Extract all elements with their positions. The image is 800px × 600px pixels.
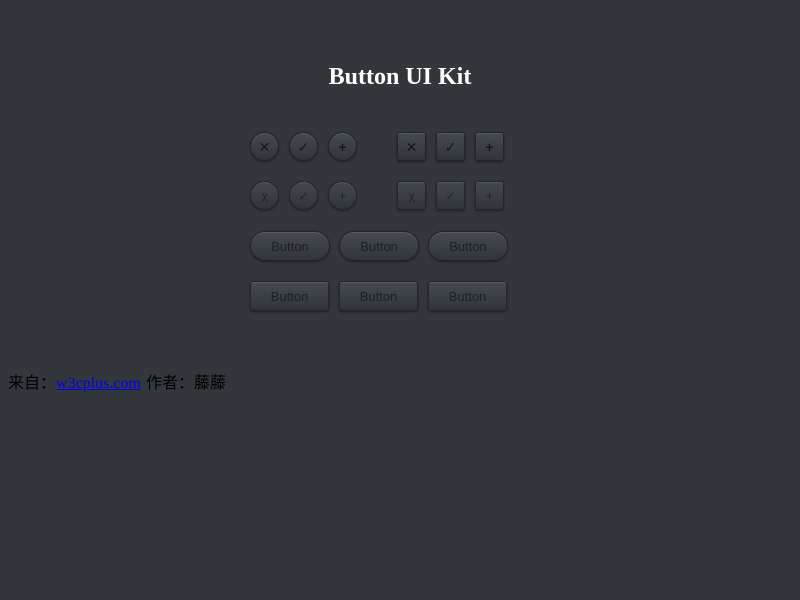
close-icon: χ bbox=[261, 188, 268, 203]
close-icon: χ bbox=[408, 188, 415, 203]
plus-square-button-disabled[interactable]: + bbox=[475, 181, 504, 210]
close-round-button[interactable]: ✕ bbox=[250, 132, 279, 161]
credits-footer: 来自：w3cplus.com 作者：藤藤 bbox=[8, 373, 226, 394]
author-label: 作者： bbox=[140, 373, 194, 392]
close-icon: ✕ bbox=[258, 138, 271, 155]
rect-button-2[interactable]: Button bbox=[339, 281, 418, 311]
check-round-button-disabled[interactable]: ✓ bbox=[289, 181, 318, 210]
close-icon: ✕ bbox=[405, 138, 418, 155]
author-name: 藤藤 bbox=[193, 373, 226, 392]
plus-icon: + bbox=[485, 138, 494, 155]
rect-button-3[interactable]: Button bbox=[428, 281, 507, 311]
source-label: 来自： bbox=[8, 373, 57, 392]
close-round-button-disabled[interactable]: χ bbox=[250, 181, 279, 210]
check-round-button[interactable]: ✓ bbox=[289, 132, 318, 161]
pill-button-2[interactable]: Button bbox=[339, 231, 419, 261]
check-square-button-disabled[interactable]: ✓ bbox=[436, 181, 465, 210]
plus-icon: + bbox=[338, 188, 346, 203]
pill-button-3[interactable]: Button bbox=[428, 231, 508, 261]
check-icon: ✓ bbox=[298, 188, 309, 203]
close-square-button-disabled[interactable]: χ bbox=[397, 181, 426, 210]
check-icon: ✓ bbox=[444, 138, 457, 155]
plus-square-button[interactable]: + bbox=[475, 132, 504, 161]
close-square-button[interactable]: ✕ bbox=[397, 132, 426, 161]
check-icon: ✓ bbox=[297, 138, 310, 155]
plus-round-button-disabled[interactable]: + bbox=[328, 181, 357, 210]
button-kit: ✕ ✓ + ✕ ✓ + χ ✓ + χ ✓ + Button Button Bu… bbox=[0, 0, 800, 600]
plus-round-button[interactable]: + bbox=[328, 132, 357, 161]
pill-button-1[interactable]: Button bbox=[250, 231, 330, 261]
check-icon: ✓ bbox=[445, 188, 456, 203]
plus-icon: + bbox=[338, 138, 347, 155]
source-link[interactable]: w3cplus.com bbox=[56, 375, 141, 392]
check-square-button[interactable]: ✓ bbox=[436, 132, 465, 161]
plus-icon: + bbox=[485, 188, 493, 203]
rect-button-1[interactable]: Button bbox=[250, 281, 329, 311]
